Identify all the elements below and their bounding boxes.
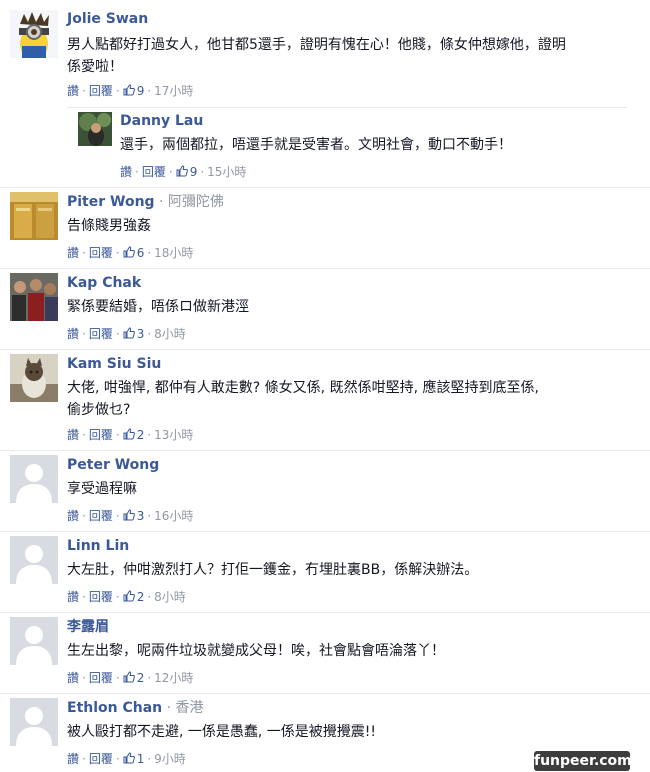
like-count[interactable]: 6 bbox=[137, 246, 145, 260]
timestamp[interactable]: 13小時 bbox=[154, 428, 193, 442]
reply-link[interactable]: 回覆 bbox=[89, 428, 113, 442]
timestamp[interactable]: 12小時 bbox=[154, 671, 193, 685]
comment-text: 大佬, 咁強悍, 都仲有人敢走數? 條女又係, 既然係咁堅持, 應該堅持到底至係… bbox=[67, 380, 539, 418]
reply-link[interactable]: 回覆 bbox=[89, 509, 113, 523]
like-count[interactable]: 3 bbox=[137, 327, 145, 341]
avatar[interactable] bbox=[10, 536, 58, 584]
reply-link[interactable]: 回覆 bbox=[89, 590, 113, 604]
timestamp[interactable]: 15小時 bbox=[207, 165, 246, 179]
comment-author[interactable]: Jolie Swan bbox=[67, 11, 148, 27]
comment-author[interactable]: Peter Wong bbox=[67, 457, 159, 473]
timestamp[interactable]: 18小時 bbox=[154, 246, 193, 260]
thumbs-up-icon[interactable] bbox=[123, 509, 135, 521]
reply-link[interactable]: 回覆 bbox=[142, 165, 166, 179]
timestamp[interactable]: 9小時 bbox=[154, 752, 186, 766]
like-count[interactable]: 2 bbox=[137, 590, 145, 604]
comment-author[interactable]: 李露眉 bbox=[67, 619, 109, 635]
thumbs-up-icon[interactable] bbox=[123, 84, 135, 96]
avatar[interactable] bbox=[10, 192, 58, 240]
like-link[interactable]: 讚 bbox=[67, 428, 79, 442]
avatar[interactable] bbox=[10, 698, 58, 746]
avatar[interactable] bbox=[10, 354, 58, 402]
reply-link[interactable]: 回覆 bbox=[89, 84, 113, 98]
like-link[interactable]: 讚 bbox=[67, 590, 79, 604]
like-link[interactable]: 讚 bbox=[67, 327, 79, 341]
comment-text: 生左出黎，呢兩件垃圾就變成父母！唉，社會點會唔淪落丫！ bbox=[67, 643, 445, 659]
comment-via: · 香港 bbox=[166, 700, 204, 716]
thumbs-up-icon[interactable] bbox=[123, 671, 135, 683]
comment-author[interactable]: Linn Lin bbox=[67, 538, 129, 554]
reply-link[interactable]: 回覆 bbox=[89, 671, 113, 685]
comment-via: · 阿彌陀佛 bbox=[159, 194, 224, 210]
avatar[interactable] bbox=[10, 273, 58, 321]
avatar[interactable] bbox=[78, 112, 112, 146]
timestamp[interactable]: 17小時 bbox=[154, 84, 193, 98]
like-link[interactable]: 讚 bbox=[67, 671, 79, 685]
comment-author[interactable]: Ethlon Chan bbox=[67, 700, 162, 716]
thumbs-up-icon[interactable] bbox=[123, 752, 135, 764]
comment-text: 享受過程嘛 bbox=[67, 481, 137, 497]
reply-link[interactable]: 回覆 bbox=[89, 327, 113, 341]
comment-author[interactable]: Kap Chak bbox=[67, 275, 141, 291]
avatar[interactable] bbox=[10, 617, 58, 665]
thumbs-up-icon[interactable] bbox=[123, 428, 135, 440]
comment-text: 緊係要結婚，唔係ロ做新港涇 bbox=[67, 299, 249, 315]
comment-text: 男人點都好打過女人，他甘都5還手，證明有愧在心！他賤，條女仲想嫁他，證明係愛啦！ bbox=[67, 37, 566, 75]
avatar[interactable] bbox=[10, 10, 58, 58]
like-link[interactable]: 讚 bbox=[120, 165, 132, 179]
comment-author[interactable]: Danny Lau bbox=[120, 113, 203, 129]
timestamp[interactable]: 8小時 bbox=[154, 590, 186, 604]
comment-author[interactable]: Kam Siu Siu bbox=[67, 356, 161, 372]
thumbs-up-icon[interactable] bbox=[123, 246, 135, 258]
comment-text: 大左肚，仲咁激烈打人？打佢一鑊金，冇埋肚裏BB，係解決辦法。 bbox=[67, 562, 479, 578]
comment-text: 被人毆打都不走避, 一係是愚蠢, 一係是被攪攪震!! bbox=[67, 724, 377, 740]
timestamp[interactable]: 16小時 bbox=[154, 509, 193, 523]
avatar[interactable] bbox=[10, 455, 58, 503]
like-count[interactable]: 9 bbox=[137, 84, 145, 98]
like-link[interactable]: 讚 bbox=[67, 246, 79, 260]
thumbs-up-icon[interactable] bbox=[176, 165, 188, 177]
comment-text: 告條賤男強姦 bbox=[67, 218, 151, 234]
like-count[interactable]: 9 bbox=[190, 165, 198, 179]
comment-author[interactable]: Piter Wong bbox=[67, 194, 155, 210]
thumbs-up-icon[interactable] bbox=[123, 590, 135, 602]
comment-text: 還手，兩個都拉，唔還手就是受害者。文明社會，動口不動手！ bbox=[120, 137, 512, 153]
reply-link[interactable]: 回覆 bbox=[89, 246, 113, 260]
like-link[interactable]: 讚 bbox=[67, 752, 79, 766]
watermark: funpeer.com bbox=[534, 751, 632, 771]
like-count[interactable]: 2 bbox=[137, 428, 145, 442]
like-count[interactable]: 3 bbox=[137, 509, 145, 523]
like-count[interactable]: 1 bbox=[137, 752, 145, 766]
reply-link[interactable]: 回覆 bbox=[89, 752, 113, 766]
like-link[interactable]: 讚 bbox=[67, 84, 79, 98]
like-count[interactable]: 2 bbox=[137, 671, 145, 685]
like-link[interactable]: 讚 bbox=[67, 509, 79, 523]
thumbs-up-icon[interactable] bbox=[123, 327, 135, 339]
timestamp[interactable]: 8小時 bbox=[154, 327, 186, 341]
